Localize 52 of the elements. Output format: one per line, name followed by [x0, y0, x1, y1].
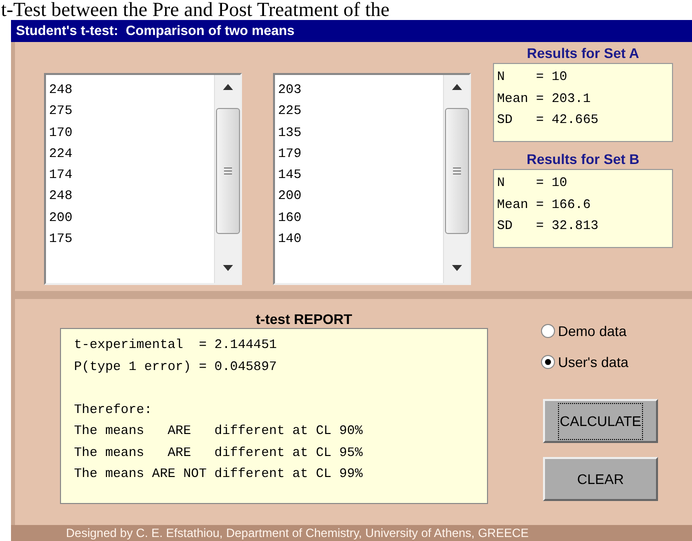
radio-label[interactable]: User's data: [558, 352, 628, 372]
list-value: 179: [278, 144, 302, 163]
report-heading: t-test REPORT: [254, 310, 352, 328]
scrollbar[interactable]: [214, 75, 240, 283]
grip-icon: [222, 167, 232, 175]
scrollbar[interactable]: [443, 75, 469, 283]
list-value: 200: [278, 187, 302, 206]
list-value: 174: [49, 166, 72, 184]
results-heading: Results for Set B: [526, 151, 640, 167]
report-line: P(type 1 error) = 0.045897: [74, 358, 277, 376]
list-value: 203: [278, 81, 302, 99]
data-list[interactable]: 248 275 170 224 174 248 200 175: [44, 73, 242, 285]
list-value: 140: [278, 230, 302, 248]
radio-button[interactable]: [541, 355, 555, 369]
list-value: 248: [49, 81, 72, 99]
list-value: 170: [49, 124, 72, 142]
list-value: 200: [49, 208, 72, 227]
list-value: 225: [278, 102, 302, 120]
result-line: N = 10: [497, 174, 568, 192]
results-heading: Results for Set A: [526, 45, 640, 61]
report-line: The means ARE different at CL 95%: [74, 444, 363, 462]
list-value: 224: [49, 144, 72, 163]
data-list[interactable]: 203 225 135 179 145 200 160 140: [273, 73, 471, 285]
action-button[interactable]: CALCULATE: [543, 399, 658, 443]
result-line: N = 10: [497, 68, 568, 86]
report-line: The means ARE different at CL 90%: [74, 422, 363, 440]
page-heading: t-Test between the Pre and Post Treatment of the: [0, 0, 390, 20]
result-line: SD = 42.665: [497, 111, 598, 129]
scroll-thumb[interactable]: [216, 108, 240, 234]
radio-button[interactable]: [541, 324, 555, 338]
result-line: SD = 32.813: [497, 217, 598, 235]
window-title: Student's t-test: Comparison of two means: [16, 22, 294, 40]
result-line: Mean = 203.1: [497, 90, 591, 108]
report-line: t-experimental = 2.144451: [74, 336, 277, 354]
list-value: 135: [278, 124, 302, 142]
scroll-down-icon[interactable]: [452, 265, 462, 271]
result-line: Mean = 166.6: [497, 196, 591, 214]
scroll-up-icon[interactable]: [452, 84, 462, 90]
list-value: 175: [49, 230, 72, 248]
list-value: 248: [49, 187, 72, 206]
scroll-up-icon[interactable]: [222, 84, 232, 90]
scroll-thumb[interactable]: [444, 108, 468, 234]
action-button[interactable]: CLEAR: [543, 457, 658, 501]
list-value: 145: [278, 166, 302, 184]
report-line: The means ARE NOT different at CL 99%: [74, 465, 363, 483]
list-value: 160: [278, 208, 302, 227]
list-value: 275: [49, 102, 72, 120]
radio-label[interactable]: Demo data: [558, 320, 626, 342]
scroll-down-icon[interactable]: [222, 265, 232, 271]
grip-icon: [452, 167, 462, 175]
report-line: Therefore:: [74, 400, 152, 418]
credits-text: Designed by C. E. Efstathiou, Department of Chemistry, University of Athens, GREECE: [66, 525, 529, 541]
